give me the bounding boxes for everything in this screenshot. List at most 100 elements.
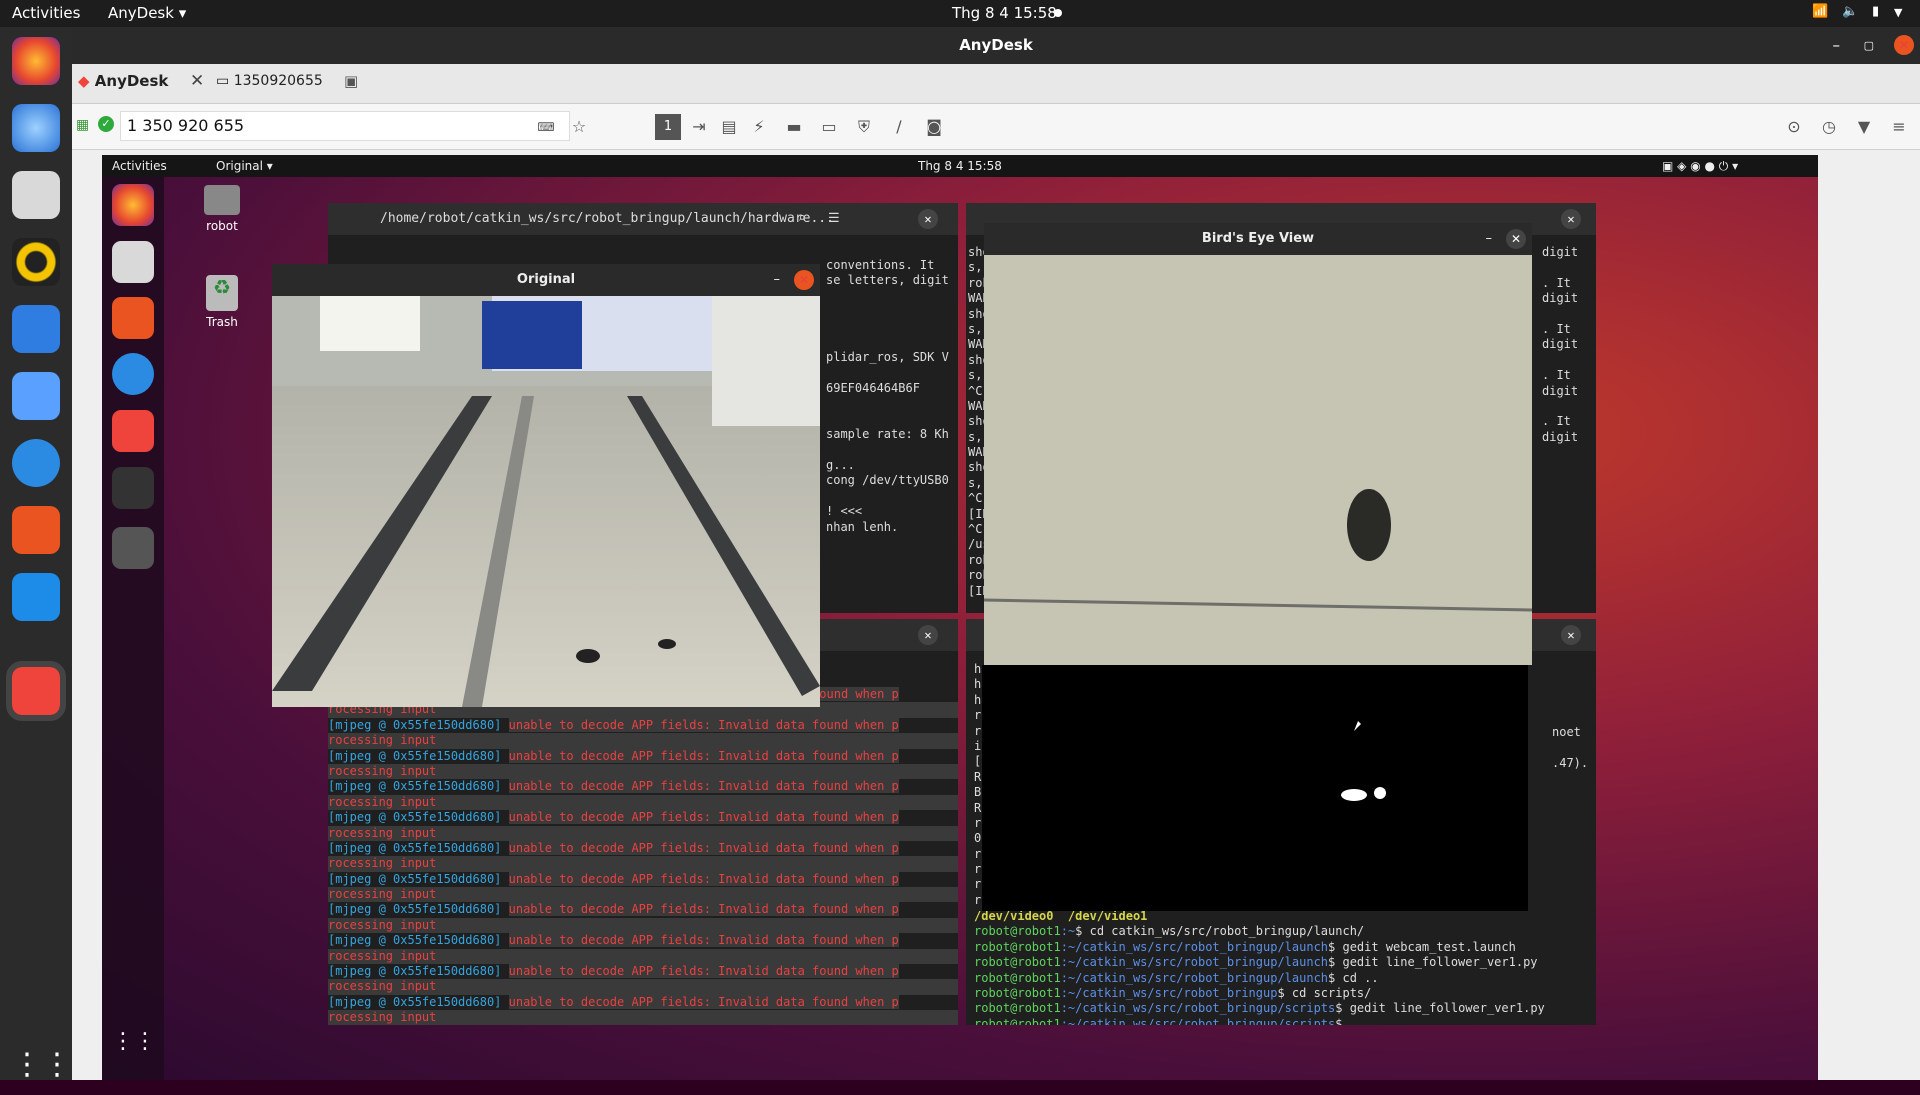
terminal-close-icon[interactable]: ✕ xyxy=(918,209,938,229)
remote-anydesk-icon[interactable] xyxy=(112,410,154,452)
terminal-line: rocessing input xyxy=(328,887,958,903)
host-dock: ⋮⋮ xyxy=(0,27,72,1082)
minimize-icon[interactable]: – xyxy=(1486,223,1493,255)
new-tab-icon[interactable]: ▣ xyxy=(344,72,358,90)
prompt-user: robot@robot1 xyxy=(974,939,1061,954)
birds-eye-view-window[interactable]: Bird's Eye View – ✕ xyxy=(983,223,1533,665)
terminal-close-icon[interactable]: ✕ xyxy=(1561,625,1581,645)
star-icon[interactable]: ☆ xyxy=(567,115,591,139)
desktop-icon-trash[interactable]: ♻ Trash xyxy=(192,275,252,329)
log-prefix: [mjpeg @ 0x55fe150dd680] xyxy=(328,994,509,1009)
prompt-user: robot@robot1 xyxy=(974,970,1061,985)
terminal-line: nhan lenh. xyxy=(826,519,899,534)
prompt-path: :~/catkin_ws/src/robot_bringup xyxy=(1060,985,1278,1000)
terminal-line: [mjpeg @ 0x55fe150dd680] unable to decod… xyxy=(328,871,958,887)
prompt-path: :~/catkin_ws/src/robot_bringup/scripts xyxy=(1060,1001,1336,1016)
vscode-icon[interactable] xyxy=(12,573,60,621)
software-icon[interactable] xyxy=(12,372,60,420)
minimize-icon[interactable]: – xyxy=(774,264,781,296)
terminal-line: sample rate: 8 Kh xyxy=(826,427,949,442)
terminal-line: digit xyxy=(1542,337,1579,352)
terminal-line: rocessing input xyxy=(328,917,958,934)
search-icon[interactable]: ⌕ xyxy=(798,203,806,235)
app-center-icon[interactable] xyxy=(12,506,60,554)
maximize-icon[interactable]: ▢ xyxy=(1864,27,1874,64)
prompt-line: robot@robot1:~/catkin_ws/src/robot_bring… xyxy=(974,1001,1594,1016)
hamburger-icon[interactable]: ☰ xyxy=(828,203,840,235)
activities-button[interactable]: Activities xyxy=(12,4,80,22)
transfer-icon[interactable]: ⇥ xyxy=(687,115,711,139)
terminal-close-icon[interactable]: ✕ xyxy=(1561,209,1581,229)
rhythmbox-icon[interactable] xyxy=(12,238,60,286)
terminal-line: . It xyxy=(1542,414,1571,429)
menu-icon[interactable]: ≡ xyxy=(1887,115,1911,139)
tab-session[interactable]: ▭ 1350920655 xyxy=(216,73,323,89)
remote-screen[interactable]: Activities Original ▾ Thg 8 4 15:58 ▣ ◈ … xyxy=(102,155,1818,1080)
log-prefix: [mjpeg @ 0x55fe150dd680] xyxy=(328,933,509,948)
writer-icon[interactable] xyxy=(12,305,60,353)
actions-icon[interactable]: ⚡ xyxy=(747,115,771,139)
permissions-icon[interactable]: ⛨ xyxy=(852,115,876,139)
terminal-close-icon[interactable]: ✕ xyxy=(918,625,938,645)
install-icon[interactable]: ▼ xyxy=(1852,115,1876,139)
download-icon[interactable]: ⊙ xyxy=(1782,115,1806,139)
files-icon[interactable] xyxy=(12,171,60,219)
terminal-output: noet .47). xyxy=(1552,725,1596,771)
remote-help-icon[interactable] xyxy=(112,353,154,395)
firefox-icon[interactable] xyxy=(12,37,60,85)
remote-clock[interactable]: Thg 8 4 15:58 xyxy=(918,159,1002,173)
window-close-icon[interactable]: ✕ xyxy=(1506,229,1526,249)
prompt-command: $ cd scripts/ xyxy=(1277,985,1372,1000)
remote-app-center-icon[interactable] xyxy=(112,297,154,339)
show-apps-icon[interactable]: ⋮⋮ xyxy=(12,1047,72,1095)
terminal-line: digit xyxy=(1542,245,1579,259)
anydesk-logo-icon: ◆ xyxy=(78,72,90,90)
app-menu[interactable]: AnyDesk ▾ xyxy=(108,4,186,22)
history-icon[interactable]: ◷ xyxy=(1817,115,1841,139)
prompt-command: $ cd catkin_ws/src/robot_bringup/launch/ xyxy=(1075,924,1365,939)
original-camera-window[interactable]: Original – ✕ xyxy=(272,264,820,707)
close-tab-icon[interactable]: ✕ xyxy=(190,71,204,91)
monitor-selector[interactable]: 1 xyxy=(655,114,681,140)
screenshot-icon[interactable]: ◙ xyxy=(922,115,946,139)
tab-anydesk-home[interactable]: ◆ AnyDesk xyxy=(78,72,168,90)
remote-activities[interactable]: Activities xyxy=(112,159,167,173)
wifi-icon[interactable]: 📶 xyxy=(1812,4,1828,19)
remote-terminal-icon[interactable] xyxy=(112,467,154,509)
display-icon[interactable]: ▭ xyxy=(817,115,841,139)
threshold-mask-image xyxy=(1341,721,1386,801)
address-field[interactable]: 1 350 920 655 xyxy=(120,111,570,141)
log-error-text: unable to decode APP fields: Invalid dat… xyxy=(508,840,899,855)
input-icon[interactable]: ▬ xyxy=(782,115,806,139)
keyboard-icon[interactable]: ⌨ xyxy=(534,115,558,139)
tab-session-label: 1350920655 xyxy=(233,73,323,89)
close-window-icon[interactable]: ✕ xyxy=(1894,35,1914,55)
clock[interactable]: Thg 8 4 15:58 xyxy=(952,4,1057,22)
help-icon[interactable] xyxy=(12,439,60,487)
thunderbird-icon[interactable] xyxy=(12,104,60,152)
remote-active-app-icon[interactable] xyxy=(112,527,154,569)
window-close-icon[interactable]: ✕ xyxy=(794,270,814,290)
minimize-icon[interactable]: – xyxy=(1833,27,1841,64)
remote-files-icon[interactable] xyxy=(112,241,154,283)
threshold-mask-window[interactable] xyxy=(982,665,1528,911)
volume-icon[interactable]: 🔈 xyxy=(1842,4,1858,19)
system-menu-arrow-icon[interactable]: ▼ xyxy=(1894,6,1902,19)
verified-icon: ✓ xyxy=(98,116,114,132)
terminal-line: digit xyxy=(1542,383,1579,398)
anydesk-dock-icon[interactable] xyxy=(6,661,66,721)
whiteboard-icon[interactable]: ∕ xyxy=(887,115,911,139)
remote-show-apps-icon[interactable]: ⋮⋮ xyxy=(112,1029,156,1071)
terminal-line: 69EF046464B6F xyxy=(826,381,920,396)
remote-app-menu[interactable]: Original ▾ xyxy=(216,159,273,173)
prompt-path: :~/catkin_ws/src/robot_bringup/launch xyxy=(1060,939,1329,954)
terminal-line: . It xyxy=(1542,275,1571,290)
desktop-icon-robot[interactable]: robot xyxy=(192,185,252,233)
chat-icon[interactable]: ▤ xyxy=(717,115,741,139)
log-error-text: unable to decode APP fields: Invalid dat… xyxy=(508,810,899,825)
remote-tray-icons[interactable]: ▣ ◈ ◉ ● ⏻ ▾ xyxy=(1662,159,1738,174)
battery-icon[interactable]: ▮ xyxy=(1872,4,1879,19)
remote-firefox-icon[interactable] xyxy=(112,184,154,226)
monitor-icon: ▭ xyxy=(216,73,230,89)
